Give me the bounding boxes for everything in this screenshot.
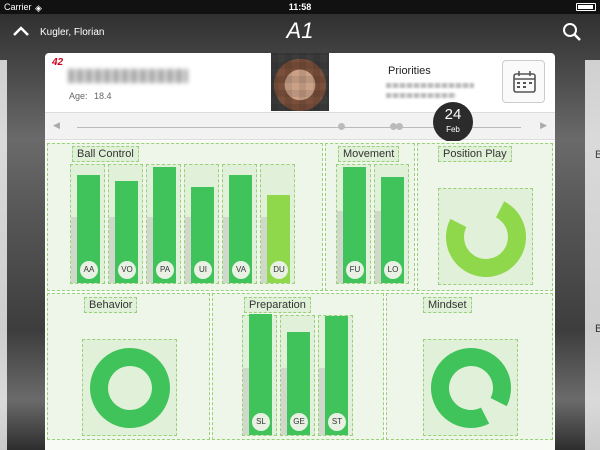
behavior-ring	[90, 348, 170, 428]
bar-label: VA	[232, 261, 250, 279]
bar-ge[interactable]: GE	[280, 315, 315, 436]
right-card-label: B	[595, 149, 600, 161]
timeline-left-arrow-icon[interactable]: ◀	[53, 120, 60, 131]
skills-grid: Ball Control AA VO PA UI VA DU Movement FU LO …	[45, 141, 555, 450]
panel-ball-control[interactable]: Ball Control AA VO PA UI VA DU	[47, 143, 323, 291]
bar-label: UI	[194, 261, 212, 279]
bar-fu[interactable]: FU	[336, 164, 371, 284]
position-play-chart	[438, 188, 533, 285]
panel-title: Position Play	[438, 146, 512, 162]
timeline-date-handle[interactable]: 24 Feb	[433, 102, 473, 142]
panel-title: Preparation	[244, 297, 311, 313]
bar-lo[interactable]: LO	[374, 164, 409, 284]
date-day: 24	[444, 106, 462, 123]
panel-movement[interactable]: Movement FU LO	[325, 143, 415, 291]
bar-ui[interactable]: UI	[184, 164, 219, 284]
panel-title: Movement	[338, 146, 400, 162]
panel-title: Ball Control	[72, 146, 139, 162]
bar-label: AA	[80, 261, 98, 279]
panel-behavior[interactable]: Behavior	[47, 293, 210, 440]
navigation-bar: Kugler, Florian A1	[0, 14, 600, 52]
clock: 11:58	[288, 2, 312, 12]
bar-label: ST	[328, 413, 346, 431]
priorities-blurred-text	[386, 83, 474, 88]
player-photo[interactable]	[271, 53, 329, 111]
panel-preparation[interactable]: Preparation SL GE ST	[212, 293, 384, 440]
behavior-chart	[82, 339, 177, 436]
bar-label: GE	[290, 413, 308, 431]
priorities-blurred-text	[386, 93, 456, 98]
page-title: A1	[286, 18, 314, 43]
timeline-marker[interactable]	[338, 123, 345, 130]
timeline-right-arrow-icon[interactable]: ▶	[540, 120, 547, 131]
right-card-label: B	[595, 323, 600, 335]
bar-sl[interactable]: SL	[242, 314, 277, 436]
bar-label: SL	[252, 413, 270, 431]
panel-position-play[interactable]: Position Play	[417, 143, 553, 291]
panel-mindset[interactable]: Mindset	[386, 293, 553, 440]
bar-va[interactable]: VA	[222, 164, 257, 284]
calendar-button[interactable]	[502, 60, 545, 103]
timeline-slider[interactable]: ◀ 24 Feb ▶	[45, 102, 555, 142]
panel-title: Behavior	[84, 297, 138, 313]
bar-du[interactable]: DU	[260, 164, 295, 284]
jersey-number: 42	[52, 57, 64, 68]
battery-icon	[576, 3, 596, 11]
mindset-chart	[423, 339, 518, 436]
right-adjacent-card[interactable]: B B	[585, 60, 600, 450]
bar-pa[interactable]: PA	[146, 164, 181, 284]
bar-label: PA	[156, 261, 174, 279]
bar-label: LO	[384, 261, 402, 279]
priorities-title: Priorities	[388, 65, 431, 77]
status-bar: Carrier ◈ 11:58	[0, 0, 600, 14]
bar-label: VO	[118, 261, 136, 279]
bar-aa[interactable]: AA	[70, 164, 105, 284]
bar-st[interactable]: ST	[318, 315, 353, 436]
bar-label: FU	[346, 261, 364, 279]
bar-label: DU	[270, 261, 288, 279]
player-name-blurred	[68, 69, 188, 83]
age-label: Age:	[69, 91, 88, 101]
position-play-ring	[446, 201, 526, 277]
date-month: Feb	[446, 125, 460, 134]
left-adjacent-card[interactable]	[0, 60, 7, 450]
search-icon[interactable]	[562, 22, 582, 42]
timeline-marker[interactable]	[396, 123, 403, 130]
mindset-ring	[431, 348, 511, 428]
bar-vo[interactable]: VO	[108, 164, 143, 284]
age-value: 18.4	[94, 91, 112, 101]
calendar-icon	[513, 71, 536, 93]
panel-title: Mindset	[423, 297, 472, 313]
player-card: 42 Age: 18.4 Priorities ◀ 24 Feb ▶ Ball …	[45, 53, 555, 450]
